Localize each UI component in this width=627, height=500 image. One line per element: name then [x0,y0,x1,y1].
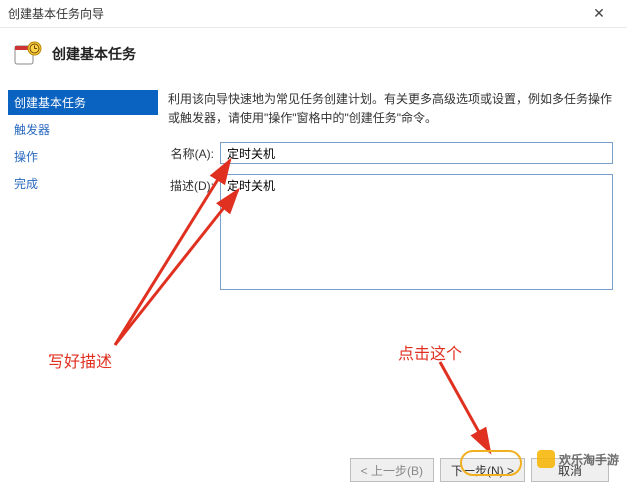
name-row: 名称(A): [168,142,613,164]
back-button[interactable]: < 上一步(B) [350,458,434,482]
name-input[interactable] [220,142,613,164]
intro-text: 利用该向导快速地为常见任务创建计划。有关更多高级选项或设置，例如多任务操作或触发… [168,90,613,128]
watermark-text: 欢乐淘手游 [559,451,619,468]
sidebar-step-create[interactable]: 创建基本任务 [8,90,158,115]
next-button[interactable]: 下一步(N) > [440,458,525,482]
close-icon: ✕ [593,5,605,22]
description-textarea[interactable] [220,174,613,290]
sidebar-step-trigger[interactable]: 触发器 [8,117,158,142]
wizard-sidebar: 创建基本任务 触发器 操作 完成 [0,86,158,426]
wizard-icon [14,40,42,68]
wizard-header: 创建基本任务 [0,28,627,86]
close-button[interactable]: ✕ [579,0,619,28]
watermark: 欢乐淘手游 [537,450,619,468]
wizard-main: 利用该向导快速地为常见任务创建计划。有关更多高级选项或设置，例如多任务操作或触发… [158,86,627,426]
window-title: 创建基本任务向导 [8,5,579,22]
titlebar: 创建基本任务向导 ✕ [0,0,627,28]
description-row: 描述(D): [168,174,613,290]
sidebar-step-action[interactable]: 操作 [8,144,158,169]
watermark-icon [537,450,555,468]
wizard-heading: 创建基本任务 [52,44,136,64]
description-label: 描述(D): [168,174,220,194]
sidebar-step-finish[interactable]: 完成 [8,171,158,196]
wizard-content: 创建基本任务 触发器 操作 完成 利用该向导快速地为常见任务创建计划。有关更多高… [0,86,627,426]
name-label: 名称(A): [168,142,220,162]
